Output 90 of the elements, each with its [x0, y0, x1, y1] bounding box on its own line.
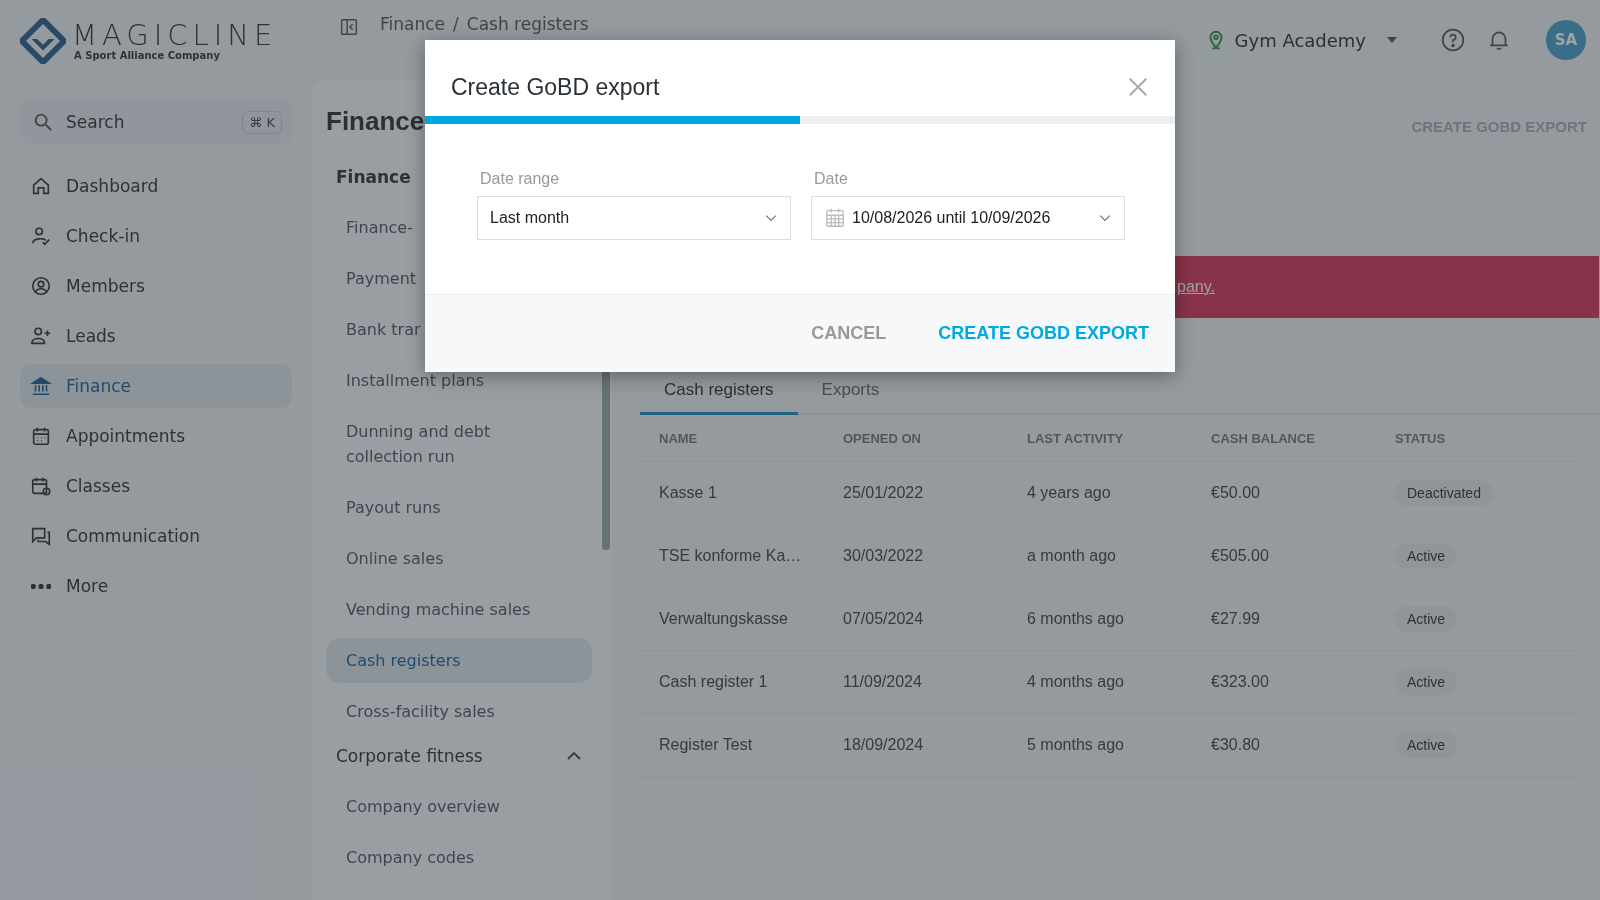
nav-item[interactable]: More — [20, 564, 292, 608]
table-cell-text: Cash register 1 — [659, 673, 769, 691]
nav-item[interactable]: Members — [20, 264, 292, 308]
group-title: Corporate fitness — [336, 746, 483, 766]
person-check-icon — [30, 225, 52, 247]
chevron-down-icon — [1098, 214, 1112, 222]
search-field[interactable]: Search ⌘ K — [20, 100, 292, 144]
nav-item[interactable]: Check-in — [20, 214, 292, 258]
table-cell-text: 30/03/2022 — [843, 547, 925, 565]
table-cell-text: €50.00 — [1211, 484, 1261, 502]
person-add-icon — [30, 325, 52, 347]
column-header: STATUS — [1395, 430, 1447, 446]
create-export-button[interactable]: CREATE GOBD EXPORT — [938, 323, 1149, 344]
chevron-icon — [566, 751, 582, 761]
chat-icon — [30, 525, 52, 547]
table-cell-text: 6 months ago — [1027, 610, 1125, 628]
subnav-item[interactable]: Company codes — [326, 835, 592, 880]
breadcrumb-current: Cash registers — [466, 14, 589, 34]
table-cell-text: €27.99 — [1211, 610, 1261, 628]
breadcrumb-separator: / — [453, 14, 459, 34]
logo-icon — [20, 18, 66, 64]
table-cell-text: 4 months ago — [1027, 673, 1125, 691]
help-icon[interactable] — [1440, 27, 1466, 53]
table-cell-text: €30.80 — [1211, 736, 1261, 754]
user-avatar[interactable]: SA — [1546, 20, 1586, 60]
subnav-item[interactable]: Company overview — [326, 784, 592, 829]
breadcrumb-link[interactable]: Finance — [380, 14, 446, 34]
caret-icon — [1386, 36, 1398, 44]
table-cell-text: Register Test — [659, 736, 754, 754]
nav-item[interactable]: Classes — [20, 464, 292, 508]
status-badge: Active — [1395, 543, 1458, 569]
table-cell-text: Verwaltungskasse — [659, 610, 789, 628]
table-cell-text: 4 years ago — [1027, 484, 1112, 502]
group-header[interactable]: Corporate fitness — [326, 746, 592, 766]
subnav-item[interactable]: Vending machine sales — [326, 587, 592, 632]
status-badge: Active — [1395, 669, 1458, 695]
table-cell-text: TSE konforme Ka… — [659, 547, 803, 565]
status-badge: Active — [1395, 732, 1458, 758]
status-badge: Active — [1395, 606, 1458, 632]
status-badge: Deactivated — [1395, 480, 1493, 506]
search-placeholder: Search — [66, 112, 126, 132]
banner-link[interactable]: pany. — [1177, 278, 1215, 296]
table-cell-text: 18/09/2024 — [843, 736, 925, 754]
table-cell-text: €505.00 — [1211, 547, 1270, 565]
column-header: NAME — [659, 430, 699, 446]
table-cell-text: Kasse 1 — [659, 484, 718, 502]
table-cell-text: €323.00 — [1211, 673, 1270, 691]
search-icon — [32, 111, 54, 133]
nav-item[interactable]: Dashboard — [20, 164, 292, 208]
logo-text: MAGICLINE — [72, 21, 278, 50]
field-label: Date — [813, 170, 849, 188]
logo-tagline: A Sport Alliance Company — [74, 50, 221, 61]
sidebar-toggle-icon[interactable] — [338, 16, 360, 38]
bank-icon — [30, 375, 52, 397]
nav-item[interactable]: Finance — [20, 364, 292, 408]
date-picker[interactable]: 10/08/2026 until 10/09/2026 — [811, 196, 1125, 240]
section-heading: Finance — [335, 167, 412, 187]
tab[interactable]: Exports — [797, 370, 904, 413]
dropdown[interactable]: Last month — [477, 196, 791, 240]
table-cell-text: 5 months ago — [1027, 736, 1125, 754]
table-cell-text: a month ago — [1027, 547, 1117, 565]
subnav-item[interactable]: Payout runs — [326, 485, 592, 530]
calendar-icon — [824, 207, 846, 229]
dialog-title: Create GoBD export — [451, 73, 660, 101]
table-cell-text: 07/05/2024 — [843, 610, 925, 628]
column-header: CASH BALANCE — [1211, 430, 1316, 446]
nav-item[interactable]: Appointments — [20, 414, 292, 458]
subnav-item[interactable]: Online sales — [326, 536, 592, 581]
field-label: Date range — [479, 170, 561, 188]
table-cell-text: 11/09/2024 — [843, 673, 923, 691]
cancel-button[interactable]: CANCEL — [811, 323, 887, 344]
close-icon[interactable] — [1127, 76, 1149, 98]
home-icon — [30, 175, 52, 197]
subnav-item[interactable]: Dunning and debt collection run — [326, 409, 592, 479]
scrollbar[interactable] — [602, 370, 610, 550]
nav-item[interactable]: Leads — [20, 314, 292, 358]
dots-icon — [31, 583, 51, 589]
person-circle-icon — [30, 275, 52, 297]
table-cell-text: 25/01/2022 — [843, 484, 925, 502]
subnav-item[interactable]: Cross-facility sales — [326, 689, 592, 734]
subnav-item[interactable]: Cash registers — [326, 638, 592, 683]
column-header: LAST ACTIVITY — [1027, 430, 1125, 446]
location-selector[interactable]: Gym Academy — [1204, 29, 1398, 51]
chevron-down-icon — [764, 214, 778, 222]
nav-item[interactable]: Communication — [20, 514, 292, 558]
shortcut-hint: ⌘ K — [242, 110, 282, 134]
page-title: Finance — [326, 106, 426, 137]
column-header: OPENED ON — [843, 430, 922, 446]
calendar-icon — [30, 425, 52, 447]
calendar-refresh-icon — [30, 475, 52, 497]
